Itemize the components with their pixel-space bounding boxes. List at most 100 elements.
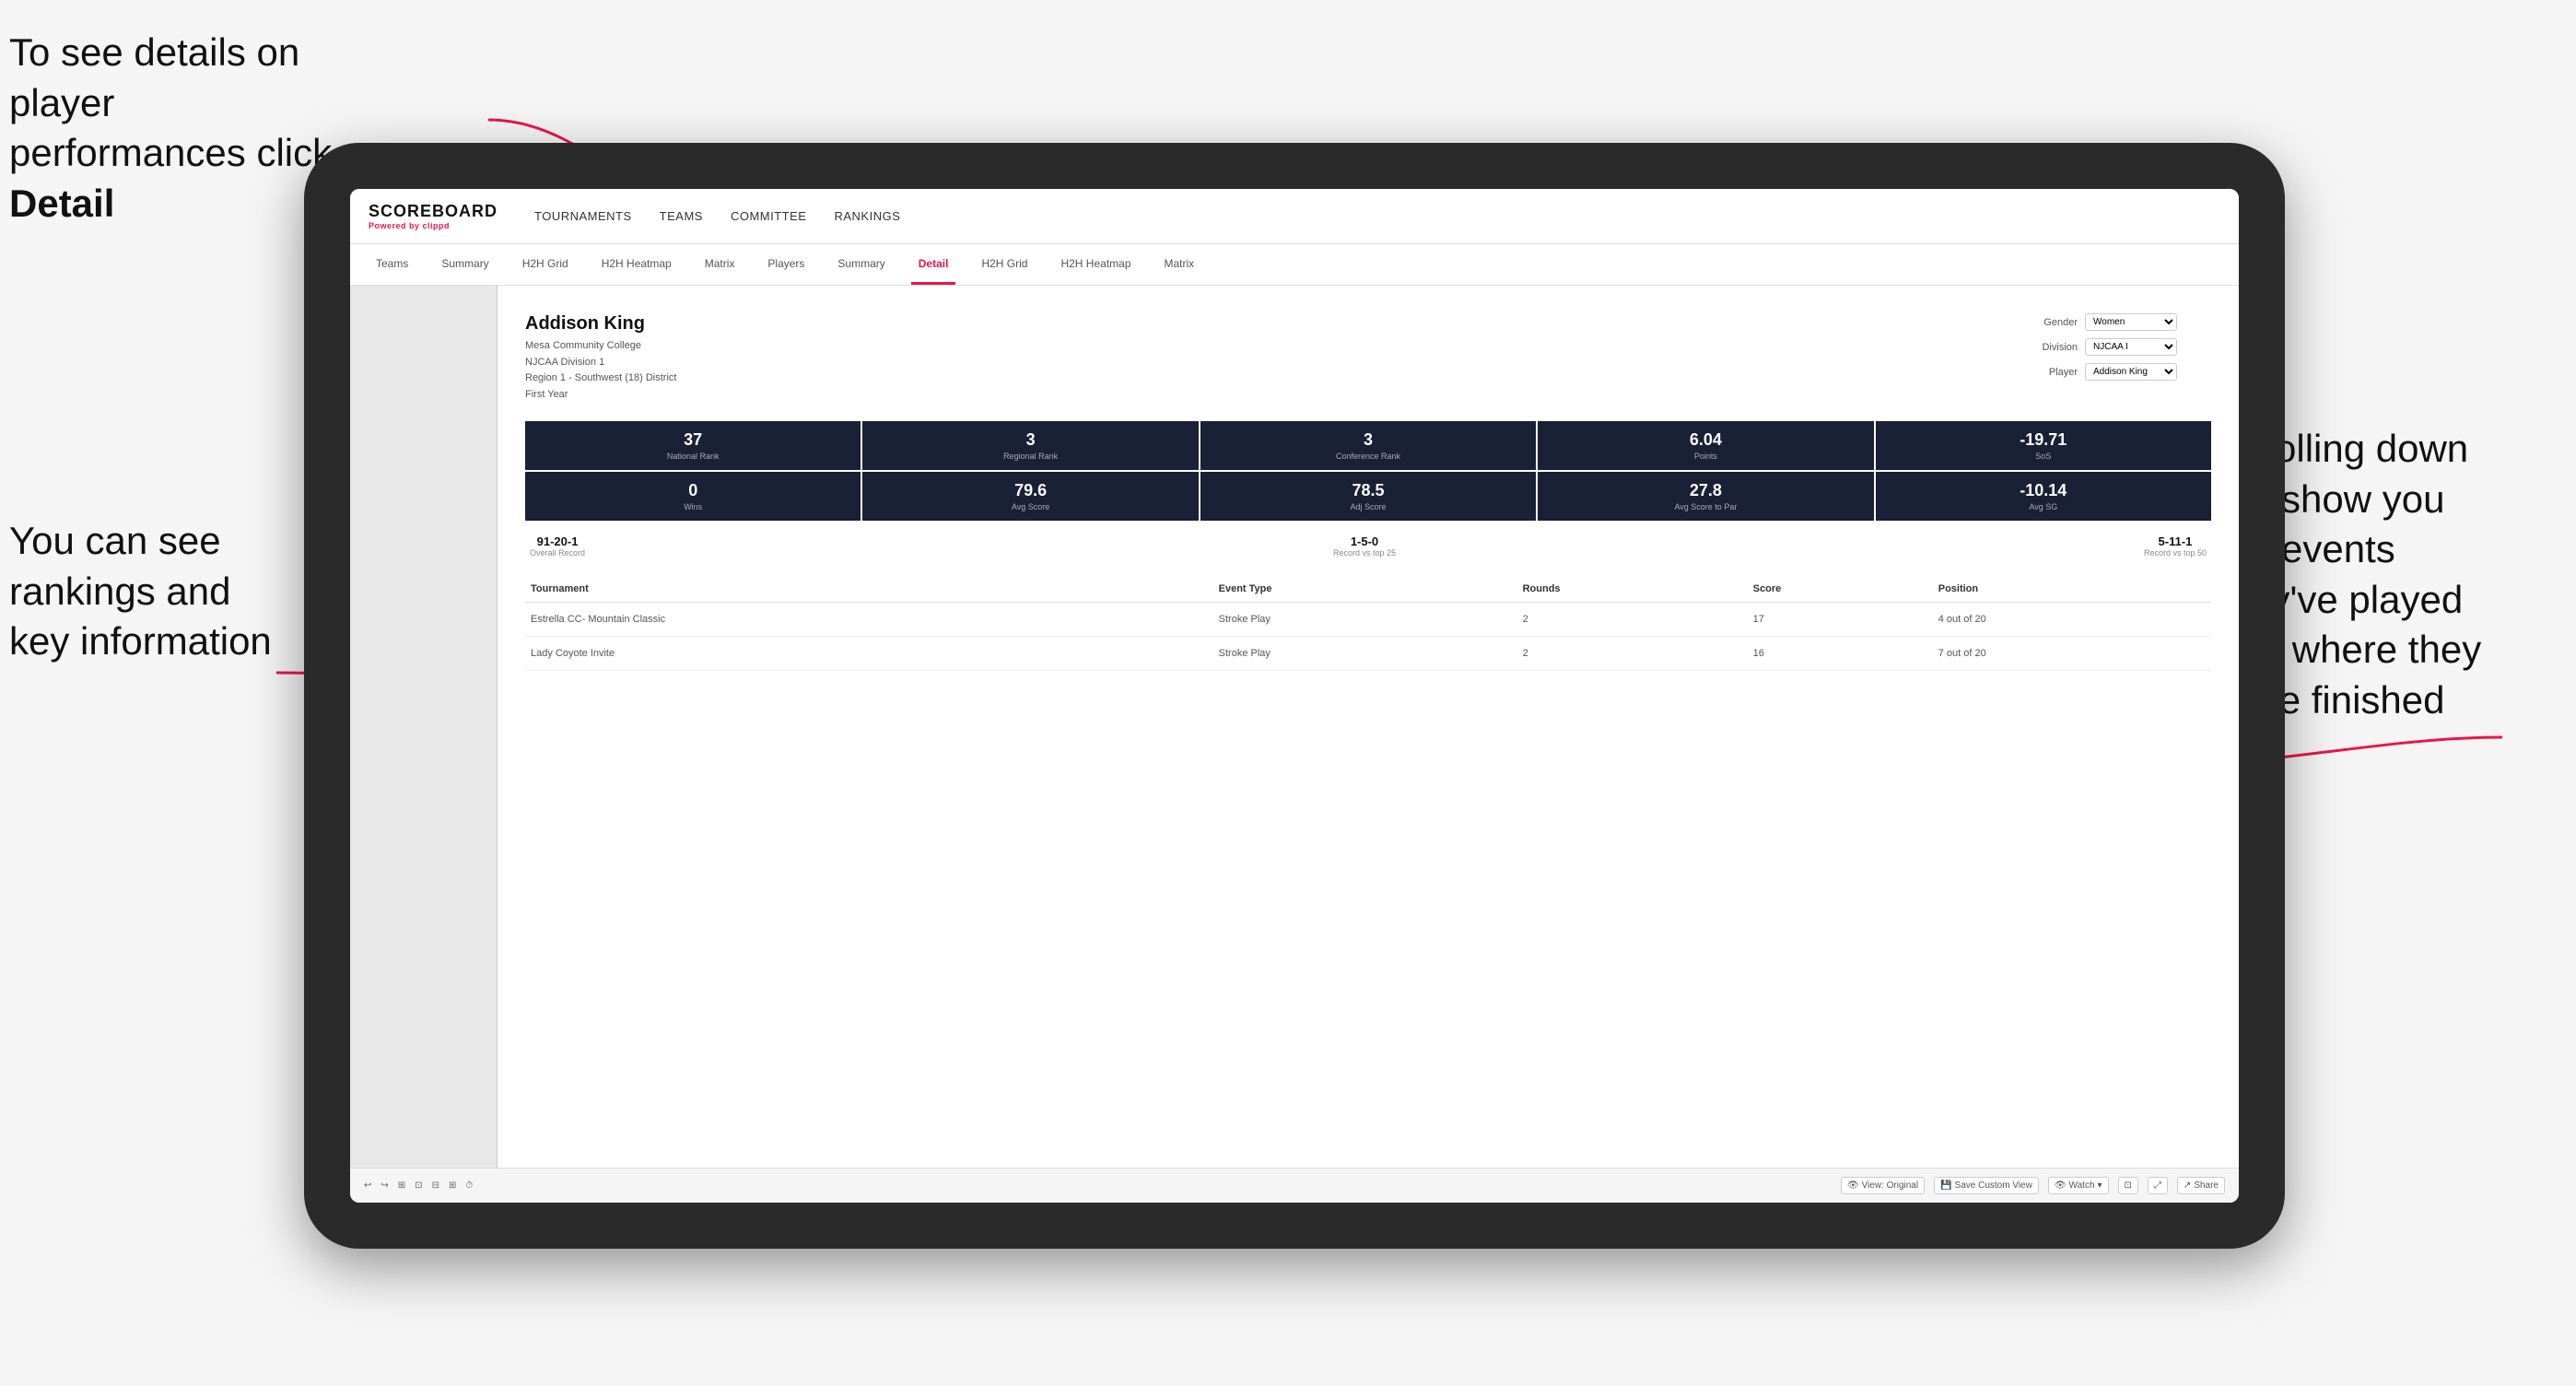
th-score: Score: [1748, 576, 1933, 603]
stat-wins: 0 Wins: [525, 472, 861, 521]
player-select[interactable]: Addison King: [2085, 363, 2177, 381]
th-rounds: Rounds: [1517, 576, 1748, 603]
nav-rankings[interactable]: RANKINGS: [834, 209, 900, 223]
event-type-2: Stroke Play: [1213, 637, 1517, 671]
screen-icon-button[interactable]: ⊡: [2118, 1177, 2138, 1194]
content-area: Addison King Mesa Community College NJCA…: [498, 286, 2239, 1168]
player-info: Addison King Mesa Community College NJCA…: [525, 313, 676, 403]
stat-national-rank: 37 National Rank: [525, 421, 861, 470]
stat-sos: -19.71 SoS: [1876, 421, 2211, 470]
sub-nav-matrix2[interactable]: Matrix: [1157, 244, 1202, 285]
watch-chevron-icon: ▾: [2098, 1180, 2102, 1191]
watch-button[interactable]: 👁 Watch ▾: [2048, 1177, 2109, 1194]
top-nav: SCOREBOARD Powered by clippd TOURNAMENTS…: [350, 189, 2239, 244]
division-select[interactable]: NJCAA I: [2085, 338, 2177, 356]
sub-nav-h2h-heatmap2[interactable]: H2H Heatmap: [1053, 244, 1138, 285]
toolbar-icon-2[interactable]: ⊡: [415, 1180, 422, 1191]
position-1: 4 out of 20: [1933, 603, 2211, 637]
player-year: First Year: [525, 389, 568, 400]
tablet-frame: SCOREBOARD Powered by clippd TOURNAMENTS…: [304, 143, 2285, 1249]
view-original-button[interactable]: 👁 View: Original: [1841, 1177, 1925, 1194]
toolbar-icon-3[interactable]: ⊟: [432, 1180, 439, 1191]
event-type-1: Stroke Play: [1213, 603, 1517, 637]
table-row: Lady Coyote Invite Stroke Play 2 16 7 ou…: [525, 637, 2211, 671]
toolbar-icon-1[interactable]: ⊞: [398, 1180, 405, 1191]
player-label: Player: [2027, 367, 2078, 378]
player-school: Mesa Community College: [525, 340, 641, 351]
main-nav: TOURNAMENTS TEAMS COMMITTEE RANKINGS: [534, 209, 900, 223]
stat-points: 6.04 Points: [1538, 421, 1873, 470]
sidebar: [350, 286, 498, 1168]
records-row: 91-20-1 Overall Record 1-5-0 Record vs t…: [525, 534, 2211, 558]
save-custom-button[interactable]: 💾 Save Custom View: [1934, 1177, 2039, 1194]
player-controls: Gender Women Division NJCAA I: [2027, 313, 2211, 381]
division-label: Division: [2027, 342, 2078, 353]
watch-icon: 👁: [2055, 1180, 2067, 1191]
gender-label: Gender: [2027, 317, 2078, 328]
share-label: Share: [2194, 1180, 2219, 1191]
sub-nav-matrix[interactable]: Matrix: [697, 244, 743, 285]
toolbar-icon-5[interactable]: ⏱: [465, 1180, 473, 1191]
sub-nav-summary2[interactable]: Summary: [830, 244, 892, 285]
toolbar-redo-icon[interactable]: ↪: [381, 1180, 388, 1191]
expand-icon-button[interactable]: ⤢: [2148, 1177, 2168, 1194]
th-event-type: Event Type: [1213, 576, 1517, 603]
save-icon: 💾: [1940, 1180, 1951, 1191]
tournament-name-1: Estrella CC- Mountain Classic: [525, 603, 1213, 637]
player-region: Region 1 - Southwest (18) District: [525, 372, 676, 383]
stats-row-2: 0 Wins 79.6 Avg Score 78.5 Adj Score 27.…: [525, 472, 2211, 521]
watch-label: Watch: [2069, 1180, 2095, 1191]
position-2: 7 out of 20: [1933, 637, 2211, 671]
sub-nav-h2h-grid[interactable]: H2H Grid: [515, 244, 576, 285]
player-control: Player Addison King: [2027, 363, 2211, 381]
annotation-detail-bold: Detail: [9, 182, 114, 225]
sub-nav-h2h-grid2[interactable]: H2H Grid: [974, 244, 1035, 285]
player-division: NJCAA Division 1: [525, 357, 604, 368]
annotation-bl-3: key information: [9, 619, 272, 663]
player-name: Addison King: [525, 313, 676, 335]
table-row: Estrella CC- Mountain Classic Stroke Pla…: [525, 603, 2211, 637]
th-tournament: Tournament: [525, 576, 1213, 603]
record-overall: 91-20-1 Overall Record: [530, 534, 585, 558]
nav-committee[interactable]: COMMITTEE: [731, 209, 807, 223]
record-top50: 5-11-1 Record vs top 50: [2144, 534, 2207, 558]
nav-teams[interactable]: TEAMS: [660, 209, 703, 223]
sub-nav: Teams Summary H2H Grid H2H Heatmap Matri…: [350, 244, 2239, 286]
annotation-top-left-text: To see details on player performances cl…: [9, 30, 332, 174]
stats-row-1: 37 National Rank 3 Regional Rank 3 Confe…: [525, 421, 2211, 470]
view-original-label: View: Original: [1862, 1180, 1919, 1191]
bottom-toolbar: ↩ ↪ ⊞ ⊡ ⊟ ⊞ ⏱ 👁 View: Original 💾 Save Cu…: [350, 1168, 2239, 1203]
stat-avg-score: 79.6 Avg Score: [862, 472, 1198, 521]
sub-nav-detail[interactable]: Detail: [911, 244, 956, 285]
toolbar-icon-4[interactable]: ⊞: [449, 1180, 456, 1191]
tournament-name-2: Lady Coyote Invite: [525, 637, 1213, 671]
share-button[interactable]: ↗ Share: [2177, 1177, 2225, 1194]
record-top25: 1-5-0 Record vs top 25: [1333, 534, 1396, 558]
th-position: Position: [1933, 576, 2211, 603]
gender-select[interactable]: Women: [2085, 313, 2177, 331]
sub-nav-players[interactable]: Players: [760, 244, 812, 285]
sub-nav-summary[interactable]: Summary: [434, 244, 496, 285]
stat-avg-score-to-par: 27.8 Avg Score to Par: [1538, 472, 1873, 521]
stat-adj-score: 78.5 Adj Score: [1200, 472, 1536, 521]
tablet-screen: SCOREBOARD Powered by clippd TOURNAMENTS…: [350, 189, 2239, 1203]
nav-tournaments[interactable]: TOURNAMENTS: [534, 209, 632, 223]
main-content: Addison King Mesa Community College NJCA…: [350, 286, 2239, 1168]
sub-nav-h2h-heatmap[interactable]: H2H Heatmap: [594, 244, 679, 285]
division-control: Division NJCAA I: [2027, 338, 2211, 356]
logo-text: SCOREBOARD: [369, 202, 498, 221]
toolbar-undo-icon[interactable]: ↩: [364, 1180, 371, 1191]
stat-conference-rank: 3 Conference Rank: [1200, 421, 1536, 470]
sub-nav-teams[interactable]: Teams: [369, 244, 416, 285]
tournament-table: Tournament Event Type Rounds Score Posit…: [525, 576, 2211, 671]
score-1: 17: [1748, 603, 1933, 637]
save-custom-label: Save Custom View: [1955, 1180, 2032, 1191]
rounds-1: 2: [1517, 603, 1748, 637]
score-2: 16: [1748, 637, 1933, 671]
logo-area: SCOREBOARD Powered by clippd: [369, 202, 498, 230]
stat-regional-rank: 3 Regional Rank: [862, 421, 1198, 470]
view-original-icon: 👁: [1847, 1180, 1859, 1191]
gender-control: Gender Women: [2027, 313, 2211, 331]
logo-sub: Powered by clippd: [369, 221, 450, 230]
stat-avg-sg: -10.14 Avg SG: [1876, 472, 2211, 521]
